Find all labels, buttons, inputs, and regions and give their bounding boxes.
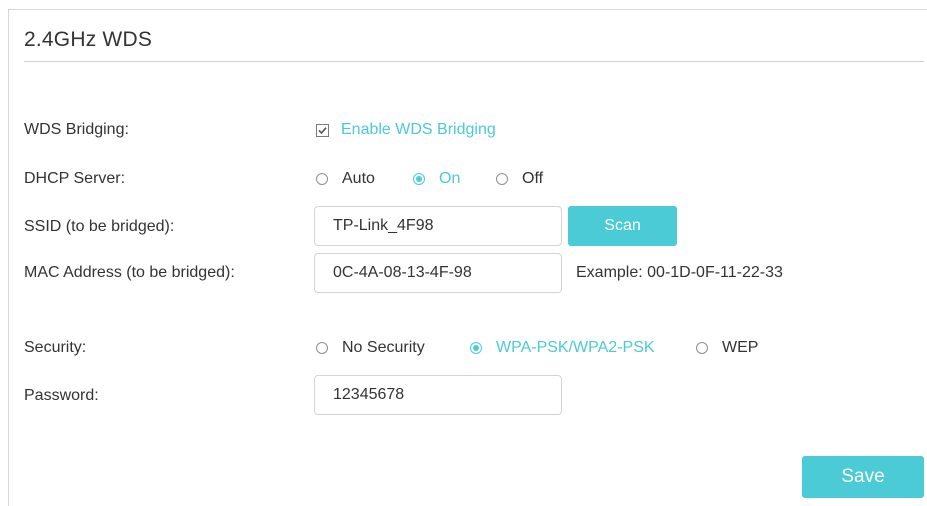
radio-selected-icon[interactable] (413, 173, 425, 185)
ssid-label: SSID (to be bridged): (24, 218, 175, 235)
mac-address-input[interactable] (314, 253, 562, 293)
dhcp-server-label: DHCP Server: (24, 170, 126, 187)
dhcp-option-auto-label[interactable]: Auto (342, 170, 375, 188)
password-input[interactable] (314, 375, 562, 415)
title-divider (24, 61, 924, 62)
security-option-wep[interactable]: WEP (696, 339, 758, 357)
dhcp-option-on-label[interactable]: On (439, 170, 460, 188)
enable-wds-bridging-label[interactable]: Enable WDS Bridging (341, 121, 496, 139)
dhcp-option-off[interactable]: Off (496, 170, 543, 188)
security-option-wpa[interactable]: WPA-PSK/WPA2-PSK (470, 339, 655, 357)
security-label: Security: (24, 339, 87, 356)
checkbox-checked-icon[interactable] (316, 123, 329, 137)
dhcp-option-on[interactable]: On (413, 170, 460, 188)
security-option-wep-label[interactable]: WEP (722, 339, 758, 357)
password-label: Password: (24, 387, 99, 404)
radio-icon[interactable] (496, 173, 508, 185)
security-option-none-label[interactable]: No Security (342, 339, 425, 357)
dhcp-option-off-label[interactable]: Off (522, 170, 543, 188)
radio-icon[interactable] (316, 173, 328, 185)
mac-address-label: MAC Address (to be bridged): (24, 264, 235, 281)
radio-selected-icon[interactable] (470, 342, 482, 354)
section-title: 2.4GHz WDS (24, 28, 153, 51)
save-button[interactable]: Save (802, 456, 924, 498)
enable-wds-bridging-checkbox[interactable]: Enable WDS Bridging (316, 121, 496, 139)
radio-icon[interactable] (316, 342, 328, 354)
security-option-wpa-label[interactable]: WPA-PSK/WPA2-PSK (496, 339, 655, 357)
wds-bridging-label: WDS Bridging: (24, 121, 129, 138)
ssid-input[interactable] (314, 206, 562, 246)
dhcp-option-auto[interactable]: Auto (316, 170, 375, 188)
scan-button[interactable]: Scan (568, 206, 677, 246)
mac-example-text: Example: 00-1D-0F-11-22-33 (576, 264, 783, 281)
security-option-none[interactable]: No Security (316, 339, 425, 357)
radio-icon[interactable] (696, 342, 708, 354)
